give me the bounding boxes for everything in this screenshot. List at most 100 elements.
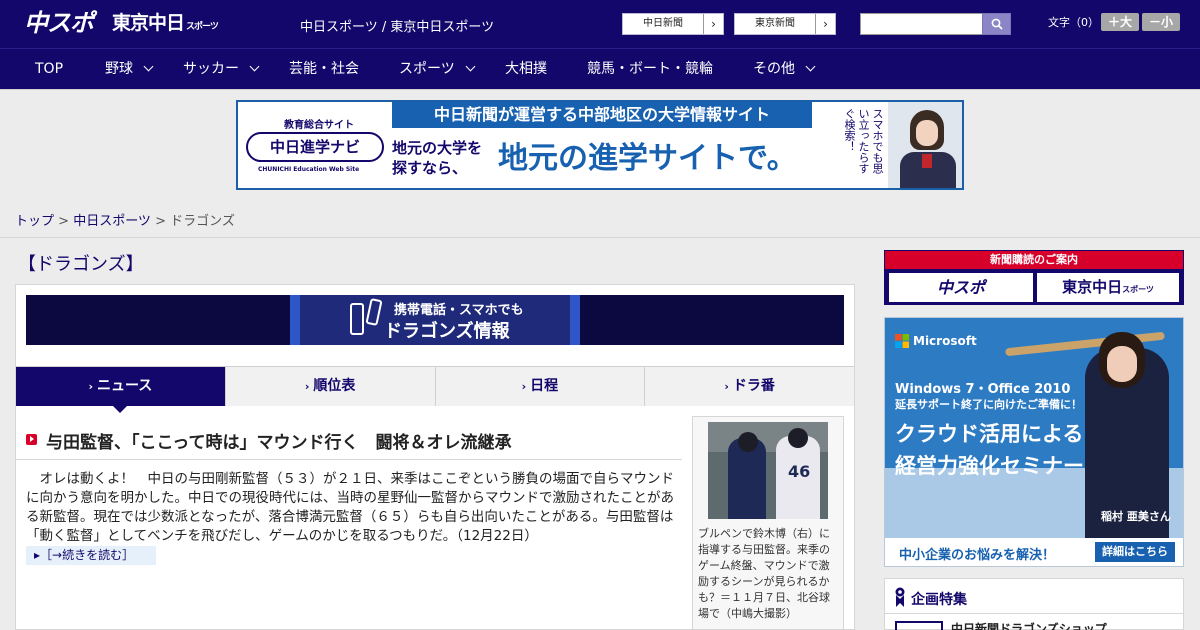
education-banner-ad[interactable]: 教育総合サイト 中日進学ナビ CHUNICHI Education Web Si… [236, 100, 964, 190]
tokyo-chunichi-logo-text: 東京中日 [112, 12, 185, 34]
article-photo[interactable]: 46 [708, 422, 828, 519]
nav-item-soccer[interactable]: サッカー [183, 49, 260, 90]
chuspo-logo[interactable]: 中スポ [24, 8, 94, 38]
font-bigger-button[interactable]: ＋大 [1101, 13, 1139, 31]
mobile-banner-inner: 携帯電話・スマホでも ドラゴンズ情報 [290, 295, 580, 345]
mobile-phone-icon [365, 298, 383, 326]
nav-item-label: 野球 [105, 61, 133, 77]
ad-line1: Windows 7・Office 2010 [895, 382, 1071, 397]
feature-item-link[interactable]: 中日新聞ドラゴンズショップ [951, 620, 1107, 630]
chunichi-shimbun-label: 中日新聞 [643, 18, 683, 29]
read-more-label: ［→続きを読む］ [40, 548, 135, 562]
tab-label: 日程 [530, 378, 559, 394]
photo-caption: ブルペンで鈴木博（右）に指導する与田監督。来季のゲーム終盤、マウンドで激励するシ… [698, 527, 830, 620]
subscribe-tokyo-chunichi-button[interactable]: 東京中日スポーツ [1037, 273, 1179, 302]
nav-item-label: 大相撲 [505, 61, 547, 77]
subscribe-tokyo-chunichi-label: 東京中日 [1062, 278, 1123, 296]
banner-logo: 中日進学ナビ [246, 132, 384, 162]
tab-standings[interactable]: › 順位表 [225, 367, 436, 406]
breadcrumb-separator: > [54, 214, 74, 229]
article-headline[interactable]: 与田監督、「ここって時は」マウンド行く 闘将＆オレ流継承 [46, 428, 511, 453]
site-header: 中スポ 東京中日 スポーツ 中日スポーツ / 東京中日スポーツ 中日新聞 › 東京… [0, 0, 1200, 48]
feature-title: 企画特集 [911, 592, 967, 608]
article-body: オレは動くよ！ 中日の与田剛新監督（５３）が２１日、来季はここぞという勝負の場面… [26, 471, 674, 544]
font-smaller-button[interactable]: －小 [1142, 13, 1180, 31]
search-button[interactable] [982, 13, 1011, 35]
subscription-box: 新聞購読のご案内 中スポ 東京中日スポーツ [884, 250, 1184, 305]
microsoft-logo-icon [895, 334, 909, 348]
chevron-right-icon: › [521, 380, 527, 393]
search-input[interactable] [860, 13, 983, 35]
main-nav: TOP 野球 サッカー 芸能・社会 スポーツ 大相撲 競馬・ボート・競輪 その他 [0, 48, 1200, 89]
ad-line2: 延長サポート終了に向けたご準備に！ [895, 398, 1082, 411]
banner-logo-en: CHUNICHI Education Web Site [258, 166, 360, 173]
tokyo-shimbun-label: 東京新聞 [755, 18, 795, 29]
nav-divider [0, 89, 1200, 90]
ad-brand: Microsoft [913, 334, 977, 348]
chevron-right-icon: › [304, 380, 310, 393]
chevron-down-icon [465, 61, 476, 72]
feature-box: 企画特集 中日新聞ドラゴンズショップ [884, 578, 1184, 630]
ad-person-name: 稲村 亜美さん [1101, 510, 1171, 523]
mobile-banner-line1: 携帯電話・スマホでも [394, 303, 524, 318]
dragons-tabs: › ニュース › 順位表 › 日程 › ドラ番 [16, 366, 854, 413]
tokyo-chunichi-logo-small: スポーツ [186, 22, 219, 32]
ad-cta-button[interactable]: 詳細はこちら [1095, 542, 1175, 562]
site-links[interactable]: 中日スポーツ / 東京中日スポーツ [300, 16, 494, 35]
headline-divider [16, 459, 682, 460]
feature-divider [885, 613, 1183, 614]
nav-item-entertainment[interactable]: 芸能・社会 [289, 49, 359, 90]
tab-reporter[interactable]: › ドラ番 [645, 367, 854, 406]
chevron-down-icon [249, 61, 260, 72]
ad-footer-text: 中小企業のお悩みを解決！ [899, 548, 1056, 563]
nav-item-sports[interactable]: スポーツ [399, 49, 476, 90]
breadcrumb-top-link[interactable]: トップ [15, 214, 54, 229]
subscribe-chuspo-button[interactable]: 中スポ [889, 273, 1033, 302]
chunichi-shimbun-button[interactable]: 中日新聞 › [622, 13, 724, 35]
breadcrumb-current: ドラゴンズ [170, 214, 235, 229]
tab-schedule[interactable]: › 日程 [435, 367, 646, 406]
nav-item-racing[interactable]: 競馬・ボート・競輪 [587, 49, 713, 90]
mobile-banner-line2: ドラゴンズ情報 [384, 321, 510, 342]
page-title: 【ドラゴンズ】 [18, 254, 144, 275]
tokyo-shimbun-button[interactable]: 東京新聞 › [734, 13, 836, 35]
chevron-right-icon: › [724, 380, 729, 393]
banner-subtitle: 教育総合サイト [284, 120, 354, 131]
nav-item-other[interactable]: その他 [753, 49, 816, 90]
feature-thumbnail[interactable] [895, 621, 943, 630]
smartphone-icon [350, 303, 364, 335]
play-icon [26, 434, 37, 445]
ribbon-icon [895, 587, 905, 607]
mobile-dragons-banner[interactable]: 携帯電話・スマホでも ドラゴンズ情報 [26, 295, 844, 345]
tab-label: ニュース [96, 378, 153, 394]
microsoft-seminar-ad[interactable]: Microsoft Windows 7・Office 2010 延長サポート終了… [884, 317, 1184, 567]
read-more-link[interactable]: ▸［→続きを読む］ [26, 546, 156, 565]
nav-item-label: 競馬・ボート・競輪 [587, 61, 713, 77]
banner-logo-area: 教育総合サイト 中日進学ナビ CHUNICHI Education Web Si… [238, 102, 390, 188]
font-size-label: 文字（0） [1048, 16, 1099, 29]
banner-catch-big: 地元の進学サイトで。 [498, 141, 797, 176]
tokyo-chunichi-logo[interactable]: 東京中日 スポーツ [112, 8, 219, 38]
subscription-heading: 新聞購読のご案内 [885, 251, 1183, 269]
chevron-down-icon [805, 61, 816, 72]
nav-item-label: サッカー [183, 61, 239, 77]
nav-item-label: TOP [35, 61, 64, 77]
breadcrumb-separator: > [150, 214, 171, 229]
chevron-right-icon: › [815, 14, 835, 34]
chevron-right-icon: › [703, 14, 723, 34]
breadcrumb: トップ > 中日スポーツ > ドラゴンズ [15, 210, 235, 229]
ad-line4: 経営力強化セミナー [895, 454, 1084, 478]
nav-item-top[interactable]: TOP [35, 49, 63, 90]
banner-catch-small: 地元の大学を探すなら、 [392, 139, 483, 177]
nav-item-label: スポーツ [399, 61, 455, 77]
jersey-number: 46 [788, 462, 811, 481]
tab-label: ドラ番 [732, 378, 775, 394]
nav-item-label: 芸能・社会 [289, 61, 359, 77]
breadcrumb-chuspo-link[interactable]: 中日スポーツ [73, 214, 151, 229]
subscribe-tokyo-chunichi-small: スポーツ [1122, 285, 1154, 294]
banner-model-image [888, 102, 962, 188]
ad-line3: クラウド活用による [895, 422, 1084, 446]
tab-news[interactable]: › ニュース [16, 367, 226, 413]
nav-item-sumo[interactable]: 大相撲 [505, 49, 547, 90]
nav-item-baseball[interactable]: 野球 [105, 49, 154, 90]
